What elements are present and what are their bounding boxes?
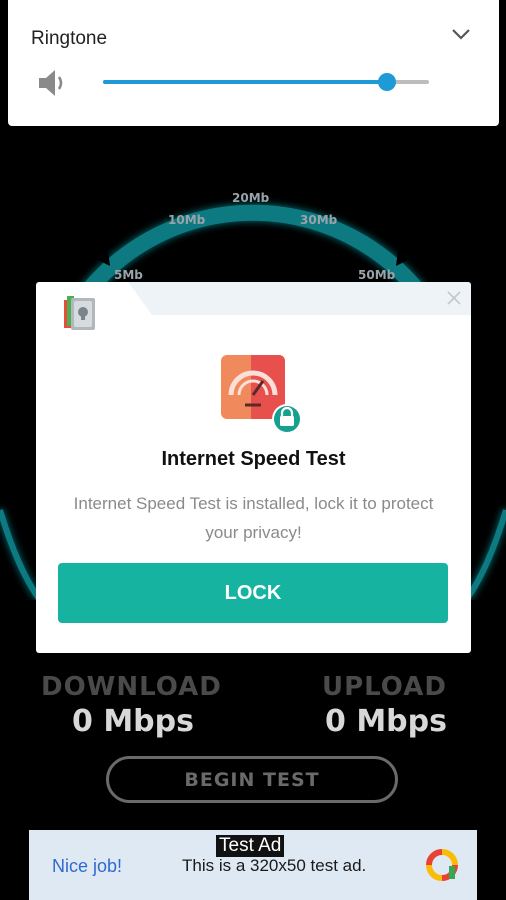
gauge-tick-label: 30Mb [300, 213, 338, 227]
download-label: DOWNLOAD [41, 672, 222, 702]
gauge-tick-label: 50Mb [358, 268, 396, 282]
download-value: 0 Mbps [72, 704, 194, 739]
dialog-message: Internet Speed Test is installed, lock i… [73, 494, 434, 542]
begin-test-button[interactable]: BEGIN TEST [106, 756, 398, 803]
gauge-tick-label: 10Mb [168, 213, 206, 227]
gauge-tick-label: 20Mb [232, 191, 270, 205]
speed-test-app-icon [221, 355, 302, 434]
volume-stream-title: Ringtone [31, 28, 108, 49]
ad-text: This is a 320x50 test ad. [182, 856, 367, 875]
test-ad-badge: Test Ad [216, 835, 285, 857]
volume-panel: Ringtone [8, 0, 499, 126]
ad-banner[interactable]: Test Ad Nice job! This is a 320x50 test … [29, 830, 477, 900]
ad-logo-icon [426, 849, 458, 881]
gauge-arc-left [0, 509, 43, 600]
dialog-title: Internet Speed Test [161, 448, 346, 470]
lock-button[interactable]: LOCK [58, 563, 448, 623]
upload-value: 0 Mbps [325, 704, 447, 739]
ad-nice-job[interactable]: Nice job! [52, 856, 122, 877]
gauge-tick-label: 5Mb [114, 268, 143, 282]
volume-slider[interactable] [103, 73, 429, 91]
chevron-down-icon[interactable] [449, 22, 473, 46]
upload-label: UPLOAD [322, 672, 447, 702]
lock-app-dialog: Internet Speed Test Internet Speed Test … [36, 282, 471, 653]
gauge-arc-right [463, 509, 506, 600]
app-lock-icon [64, 296, 95, 330]
volume-slider-fill [103, 80, 387, 84]
volume-slider-thumb[interactable] [377, 73, 396, 91]
speaker-icon[interactable] [36, 66, 70, 100]
close-icon[interactable] [446, 290, 462, 306]
dialog-header-decoration [128, 282, 471, 315]
